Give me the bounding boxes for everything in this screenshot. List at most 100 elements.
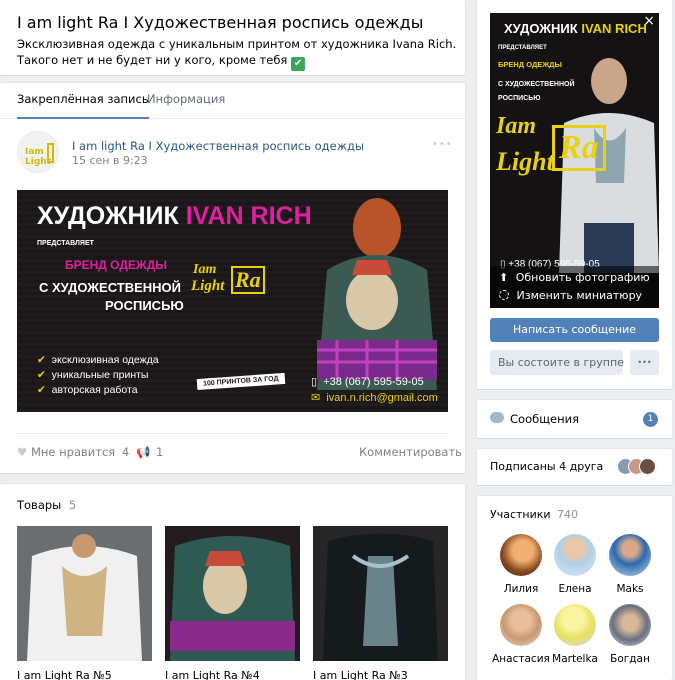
banner-bullet: ✔ авторская работа <box>37 384 138 396</box>
banner-title-accent: IVAN RICH <box>185 202 312 230</box>
chat-bubble-icon <box>490 412 504 423</box>
member-avatar <box>554 534 596 576</box>
member-item[interactable]: Maks <box>600 534 660 595</box>
products-header[interactable]: Товары 5 <box>17 498 76 512</box>
group-title: I am light Ra I Художественная роспись о… <box>17 13 424 32</box>
membership-dropdown-label: Вы состоите в группе <box>498 356 624 369</box>
membership-dropdown[interactable]: Вы состоите в группе ⌄ <box>490 350 636 375</box>
banner-title: ХУДОЖНИК IVAN RICH <box>37 202 312 231</box>
banner-bullet: ✔ уникальные принты <box>37 369 149 381</box>
post-more-icon[interactable]: ••• <box>432 139 453 150</box>
group-avatar-card: × ХУДОЖНИК IVAN RICH ПРЕДСТАВЛЯЕТ БРЕНД … <box>477 0 672 389</box>
product-photo <box>313 526 448 661</box>
update-photo-link[interactable]: ⬆ Обновить фотографию <box>499 271 650 284</box>
messages-card[interactable]: Сообщения 1 <box>477 400 672 438</box>
cover-presents: ПРЕДСТАВЛЯЕТ <box>498 45 547 51</box>
friends-card[interactable]: Подписаны 4 друга <box>477 449 672 485</box>
cover-logo-ra: Ra <box>552 125 606 171</box>
banner-presents: ПРЕДСТАВЛЯЕТ <box>37 240 94 247</box>
banner-brand-logo: Iam Light Ra <box>191 260 265 306</box>
group-cover-photo[interactable]: × ХУДОЖНИК IVAN RICH ПРЕДСТАВЛЯЕТ БРЕНД … <box>490 13 659 308</box>
cover-logo-iam: Iam <box>496 113 537 139</box>
post-author-avatar[interactable]: Iam Light <box>17 131 59 173</box>
like-button[interactable]: ♥ Мне нравится 4 <box>17 445 129 459</box>
share-button[interactable]: 📢 1 <box>136 445 163 459</box>
product-item[interactable]: I am Light Ra №5 <box>17 526 152 680</box>
member-avatar <box>609 534 651 576</box>
member-item[interactable]: Martelka <box>545 604 605 665</box>
post-author-name[interactable]: I am light Ra I Художественная роспись о… <box>72 139 364 153</box>
member-name: Лилия <box>503 583 539 595</box>
banner-logo-light: Light <box>191 278 225 294</box>
pinned-post-card: Закреплённая запись Информация Iam Light … <box>0 83 465 473</box>
members-count: 740 <box>557 508 579 521</box>
banner-title-white: ХУДОЖНИК <box>37 202 179 230</box>
check-icon: ✔ <box>37 384 46 396</box>
group-description-text: Эксклюзивная одежда с уникальным принтом… <box>17 37 457 67</box>
member-avatar <box>554 604 596 646</box>
products-card: Товары 5 I am Light Ra №5 I am Light Ra … <box>0 484 465 680</box>
post-divider <box>17 433 448 434</box>
banner-logo-ra: Ra <box>231 266 265 294</box>
cover-title: ХУДОЖНИК IVAN RICH <box>504 21 647 36</box>
like-count: 4 <box>121 445 130 459</box>
product-photo <box>17 526 152 661</box>
product-item[interactable]: I am Light Ra №4 <box>165 526 300 680</box>
product-item[interactable]: I am Light Ra №3 <box>313 526 448 680</box>
more-actions-button[interactable]: ••• <box>630 350 659 375</box>
change-thumbnail-label: Изменить миниатюру <box>516 289 643 302</box>
svg-text:Iam: Iam <box>25 147 44 157</box>
members-header[interactable]: Участники 740 <box>490 508 578 521</box>
banner-brand-line: БРЕНД ОДЕЖДЫ <box>65 258 168 272</box>
banner-contacts: ▯ +38 (067) 595-59-05 ✉ ivan.n.rich@gmai… <box>311 376 438 404</box>
write-message-button[interactable]: Написать сообщение <box>490 318 659 342</box>
messages-label: Сообщения <box>510 412 580 426</box>
cover-line3: РОСПИСЬЮ <box>498 95 541 102</box>
post-banner-image[interactable]: ХУДОЖНИК IVAN RICH ПРЕДСТАВЛЯЕТ БРЕНД ОД… <box>17 190 448 412</box>
product-photo <box>165 526 300 661</box>
tab-pinned-post-label: Закреплённая запись <box>17 92 149 106</box>
tab-info-label: Информация <box>147 92 226 106</box>
post-date[interactable]: 15 сен в 9:23 <box>72 154 148 167</box>
mail-icon: ✉ <box>311 392 321 404</box>
member-name: Martelka <box>552 653 598 665</box>
share-count: 1 <box>155 445 164 459</box>
tab-info[interactable]: Информация <box>147 83 225 119</box>
tab-pinned-post[interactable]: Закреплённая запись <box>17 83 149 119</box>
heart-icon: ♥ <box>17 445 28 459</box>
messages-count-badge: 1 <box>643 412 658 427</box>
products-label: Товары <box>17 498 62 512</box>
comment-button[interactable]: Комментировать <box>359 445 462 459</box>
group-description: Эксклюзивная одежда с уникальным принтом… <box>17 36 457 71</box>
member-name: Богдан <box>610 653 650 665</box>
upload-arrow-icon: ⬆ <box>499 271 509 284</box>
members-label: Участники <box>490 508 551 521</box>
cover-brand-line: БРЕНД ОДЕЖДЫ <box>498 60 562 69</box>
member-item[interactable]: Богдан <box>600 604 660 665</box>
check-emoji-icon: ✔ <box>291 57 306 71</box>
member-avatar <box>500 604 542 646</box>
phone-icon: ▯ <box>311 376 318 388</box>
cover-title-white: ХУДОЖНИК <box>504 21 578 36</box>
cover-title-accent: IVAN RICH <box>581 21 647 36</box>
member-avatar <box>500 534 542 576</box>
like-label: Мне нравится <box>30 445 116 459</box>
tabs: Закреплённая запись Информация <box>0 83 465 119</box>
member-avatar <box>609 604 651 646</box>
member-item[interactable]: Елена <box>545 534 605 595</box>
megaphone-icon: 📢 <box>136 445 151 459</box>
banner-bullet: ✔ эксклюзивная одежда <box>37 354 159 366</box>
banner-logo-iam: Iam <box>193 262 217 277</box>
product-name: I am Light Ra №4 <box>165 669 260 680</box>
friend-avatar <box>639 458 656 475</box>
update-photo-label: Обновить фотографию <box>515 271 650 284</box>
member-item[interactable]: Лилия <box>491 534 551 595</box>
members-card: Участники 740 Лилия Елена Maks Анастасия… <box>477 496 672 680</box>
cover-logo-light: Light <box>496 147 554 176</box>
check-icon: ✔ <box>37 369 46 381</box>
member-name: Елена <box>558 583 592 595</box>
group-header: I am light Ra I Художественная роспись о… <box>0 0 465 75</box>
cover-logo: Iam Light Ra <box>496 113 606 203</box>
change-thumbnail-link[interactable]: Изменить миниатюру <box>499 289 642 302</box>
product-name: I am Light Ra №5 <box>17 669 112 680</box>
